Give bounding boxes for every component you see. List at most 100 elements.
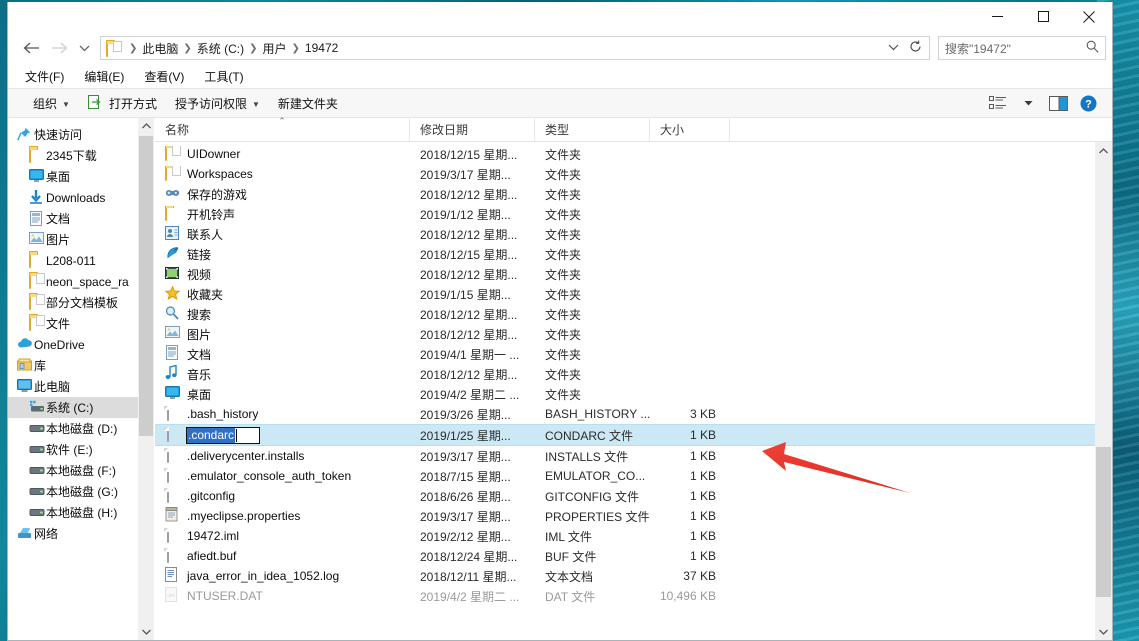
sidebar-item-12[interactable]: 此电脑 [8,376,154,397]
sidebar-item-2[interactable]: 桌面 [8,166,154,187]
sidebar-item-15[interactable]: 软件 (E:) [8,439,154,460]
file-name-cell[interactable]: 搜索 [155,306,410,323]
table-row[interactable]: 链接2018/12/15 星期...文件夹 [155,244,1112,264]
file-name-cell[interactable]: .myeclipse.properties [155,507,410,525]
column-header-size[interactable]: 大小 [650,118,730,141]
preview-pane-button[interactable] [1044,91,1072,115]
table-row[interactable]: 视频2018/12/12 星期...文件夹 [155,264,1112,284]
file-name-cell[interactable]: 音乐 [155,365,410,383]
sidebar-item-19[interactable]: 网络 [8,523,154,544]
table-row[interactable]: .gitconfig2018/6/26 星期...GITCONFIG 文件1 K… [155,486,1112,506]
breadcrumb-item-1[interactable]: 系统 (C:) [194,40,247,57]
nav-scroll-thumb[interactable] [139,136,153,436]
breadcrumb-item-3[interactable]: 19472 [302,41,341,55]
table-row[interactable]: 联系人2018/12/12 星期...文件夹 [155,224,1112,244]
breadcrumb-item-0[interactable]: 此电脑 [139,40,181,57]
file-name-cell[interactable]: .bash_history [155,406,410,422]
minimize-button[interactable] [974,2,1020,31]
sidebar-item-18[interactable]: 本地磁盘 (H:) [8,502,154,523]
table-row[interactable]: afiedt.buf2018/12/24 星期...BUF 文件1 KB [155,546,1112,566]
rename-input[interactable]: .condarc [186,427,260,444]
sidebar-item-6[interactable]: L208-011 [8,250,154,271]
sidebar-item-7[interactable]: neon_space_ra [8,271,154,292]
close-button[interactable] [1066,2,1112,31]
back-button[interactable] [18,35,44,61]
file-name-cell[interactable]: Workspaces [155,166,410,182]
table-row[interactable]: 搜索2018/12/12 星期...文件夹 [155,304,1112,324]
nav-scroll-up-icon[interactable] [138,118,154,134]
menu-edit[interactable]: 编辑(E) [75,65,133,88]
file-name-cell[interactable]: 链接 [155,246,410,263]
sidebar-item-5[interactable]: 图片 [8,229,154,250]
column-header-name[interactable]: ⌃ 名称 [155,118,410,141]
sidebar-item-10[interactable]: OneDrive [8,334,154,355]
nav-scroll-track[interactable] [138,134,154,624]
view-options-button[interactable] [984,91,1012,115]
recent-locations-button[interactable] [74,35,94,61]
search-box[interactable]: 搜索"19472" [938,36,1106,60]
table-row[interactable]: 文档2019/4/1 星期一 ...文件夹 [155,344,1112,364]
new-folder-button[interactable]: 新建文件夹 [269,91,347,115]
table-row[interactable]: 桌面2019/4/2 星期二 ...文件夹 [155,384,1112,404]
open-with-button[interactable]: 打开方式 [79,91,166,115]
file-name-cell[interactable]: .condarc [155,427,410,444]
table-row[interactable]: 保存的游戏2018/12/12 星期...文件夹 [155,184,1112,204]
file-name-cell[interactable]: java_error_in_idea_1052.log [155,567,410,585]
table-row[interactable]: .emulator_console_auth_token2018/7/15 星期… [155,466,1112,486]
table-row[interactable]: UIDowner2018/12/15 星期...文件夹 [155,144,1112,164]
sidebar-item-9[interactable]: 文件 [8,313,154,334]
sidebar-item-0[interactable]: 快速访问 [8,124,154,145]
file-scroll-up-icon[interactable] [1095,142,1112,159]
file-scroll-thumb[interactable] [1096,447,1111,597]
file-name-cell[interactable]: afiedt.buf [155,548,410,564]
table-row[interactable]: 19472.iml2019/2/12 星期...IML 文件1 KB [155,526,1112,546]
search-input[interactable]: 搜索"19472" [945,40,1086,57]
file-name-cell[interactable]: UIDowner [155,146,410,162]
table-row[interactable]: 开机铃声2019/1/12 星期...文件夹 [155,204,1112,224]
table-row[interactable]: vbsNTUSER.DAT2019/4/2 星期二 ...DAT 文件10,49… [155,586,1112,606]
help-button[interactable]: ? [1074,91,1102,115]
table-row[interactable]: .condarc2019/1/25 星期...CONDARC 文件1 KB [155,424,1112,446]
table-row[interactable]: Workspaces2019/3/17 星期...文件夹 [155,164,1112,184]
table-row[interactable]: .bash_history2019/3/26 星期...BASH_HISTORY… [155,404,1112,424]
file-name-cell[interactable]: 收藏夹 [155,286,410,303]
grant-access-button[interactable]: 授予访问权限 ▼ [166,91,269,115]
organize-button[interactable]: 组织 ▼ [24,91,79,115]
table-row[interactable]: 收藏夹2019/1/15 星期...文件夹 [155,284,1112,304]
table-row[interactable]: java_error_in_idea_1052.log2018/12/11 星期… [155,566,1112,586]
breadcrumb-item-2[interactable]: 用户 [260,40,290,57]
sidebar-item-14[interactable]: 本地磁盘 (D:) [8,418,154,439]
file-name-cell[interactable]: 联系人 [155,226,410,243]
sidebar-item-4[interactable]: 文档 [8,208,154,229]
file-list-scrollbar[interactable] [1095,142,1112,640]
sidebar-item-1[interactable]: 2345下载 [8,145,154,166]
sidebar-item-11[interactable]: 库 [8,355,154,376]
table-row[interactable]: .myeclipse.properties2019/3/17 星期...PROP… [155,506,1112,526]
nav-scroll-down-icon[interactable] [138,624,154,640]
table-row[interactable]: .deliverycenter.installs2019/3/17 星期...I… [155,446,1112,466]
table-row[interactable]: 音乐2018/12/12 星期...文件夹 [155,364,1112,384]
file-name-cell[interactable]: vbsNTUSER.DAT [155,587,410,605]
file-name-cell[interactable]: .deliverycenter.installs [155,448,410,464]
breadcrumb-bar[interactable]: ❯ 此电脑 ❯ 系统 (C:) ❯ 用户 ❯ 19472 [100,36,930,60]
sidebar-item-8[interactable]: 部分文档模板 [8,292,154,313]
file-scroll-track[interactable] [1095,159,1112,623]
address-dropdown-icon[interactable] [883,42,904,54]
sidebar-item-13[interactable]: 系统 (C:) [8,397,154,418]
file-name-cell[interactable]: 图片 [155,326,410,343]
file-name-cell[interactable]: 19472.iml [155,528,410,544]
sidebar-item-3[interactable]: Downloads [8,187,154,208]
forward-button[interactable] [46,35,72,61]
file-name-cell[interactable]: 桌面 [155,386,410,403]
sidebar-item-17[interactable]: 本地磁盘 (G:) [8,481,154,502]
menu-view[interactable]: 查看(V) [135,65,193,88]
file-scroll-down-icon[interactable] [1095,623,1112,640]
view-options-caret[interactable] [1014,91,1042,115]
refresh-icon[interactable] [904,40,927,56]
file-name-cell[interactable]: 开机铃声 [155,206,410,223]
file-name-cell[interactable]: .emulator_console_auth_token [155,468,410,484]
menu-file[interactable]: 文件(F) [16,65,73,88]
file-name-cell[interactable]: 视频 [155,266,410,283]
menu-tools[interactable]: 工具(T) [195,65,252,88]
file-name-cell[interactable]: .gitconfig [155,488,410,504]
